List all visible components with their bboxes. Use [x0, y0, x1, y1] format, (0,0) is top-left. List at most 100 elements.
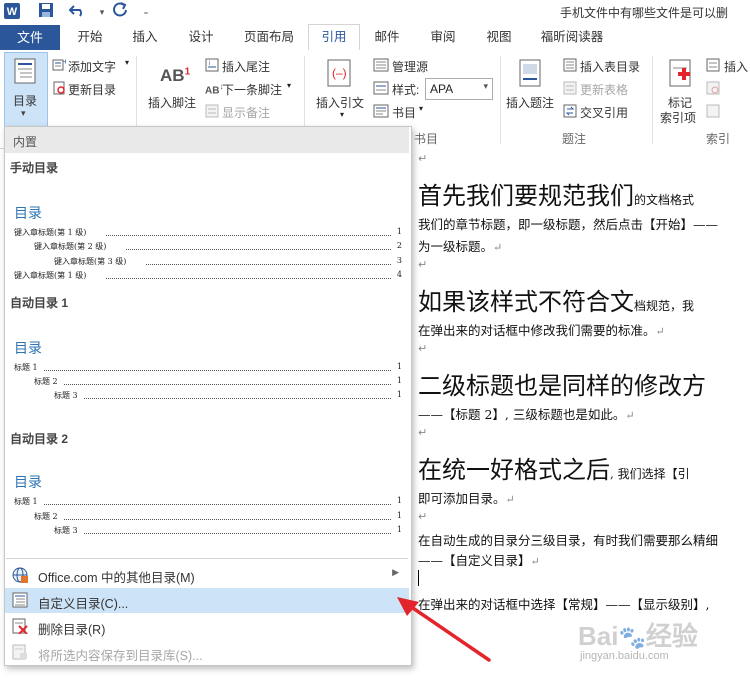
- auto-toc-2-heading: 目录: [14, 475, 42, 491]
- customize-qat-icon[interactable]: ₌: [136, 2, 156, 22]
- next-footnote-button[interactable]: 下一条脚注: [222, 81, 282, 98]
- doc-line-9: 即可添加目录。↵: [418, 491, 515, 506]
- toc-line-page: 1: [396, 525, 402, 534]
- tab-review[interactable]: 审阅: [418, 25, 468, 50]
- undo-dropdown-icon[interactable]: ▾: [92, 2, 112, 22]
- paragraph-mark: ↵: [418, 259, 428, 271]
- add-text-dropdown-icon[interactable]: ▾: [125, 58, 129, 67]
- insert-citation-button[interactable]: 插入引文: [316, 94, 364, 111]
- paragraph-mark: ↵: [418, 153, 428, 165]
- manage-sources-button[interactable]: 管理源: [392, 58, 428, 75]
- insert-citation-icon: (–): [326, 58, 354, 91]
- tab-foxit-reader[interactable]: 福昕阅读器: [530, 25, 614, 50]
- gallery-header: 内置: [5, 127, 409, 153]
- bibliography-button[interactable]: 书目: [392, 104, 416, 121]
- toc-line-text: 标题 2: [34, 512, 58, 521]
- auto-toc-1-title: 自动目录 1: [10, 296, 69, 310]
- update-index-icon: [706, 81, 720, 95]
- toc-line-text: 标题 3: [54, 391, 78, 400]
- toc-line-text: 键入章标题(第 3 级): [54, 257, 127, 266]
- doc-line-2: 我们的章节标题，即一级标题，然后点击【开始】——: [418, 217, 719, 232]
- paragraph-mark: ↵: [418, 427, 428, 439]
- menu-item-label: Office.com 中的其他目录(M): [38, 571, 195, 585]
- group-label-index: 索引: [706, 132, 731, 146]
- manual-toc-heading: 目录: [14, 206, 42, 222]
- watermark-url: jingyan.baidu.com: [580, 650, 669, 662]
- menu-item-custom-toc[interactable]: 自定义目录(C)...: [5, 588, 409, 613]
- insert-endnote-button[interactable]: 插入尾注: [222, 58, 270, 75]
- group-separator: [500, 56, 501, 144]
- footnote-icon-text: AB: [160, 66, 185, 85]
- update-toc-icon: [52, 81, 66, 95]
- delete-toc-icon: [12, 618, 28, 637]
- menu-item-save-selection: 将所选内容保存到目录库(S)...: [5, 640, 409, 665]
- doc-line-8-text: , 我们选择【引: [610, 467, 690, 481]
- cross-reference-button[interactable]: 交叉引用: [580, 104, 628, 121]
- insert-table-of-figures-button[interactable]: 插入表目录: [580, 58, 640, 75]
- tab-home[interactable]: 开始: [66, 25, 114, 50]
- mark-entry-button-line2[interactable]: 索引项: [660, 109, 696, 126]
- tab-file[interactable]: 文件: [0, 25, 60, 50]
- toc-line-page: 2: [396, 241, 402, 250]
- tab-view[interactable]: 视图: [474, 25, 524, 50]
- toc-line-text: 键入章标题(第 1 级): [14, 228, 87, 237]
- auto-toc-1-heading: 目录: [14, 341, 42, 357]
- group-label-captions: 题注: [562, 132, 587, 146]
- doc-line-4-text: 档规范，我: [634, 299, 695, 313]
- toc-leader: [84, 527, 391, 534]
- style-icon: [373, 81, 389, 95]
- doc-line-1: 首先我们要规范我们的文档格式: [418, 176, 694, 211]
- add-text-button[interactable]: 添加文字: [68, 58, 116, 75]
- tab-mailings[interactable]: 邮件: [362, 25, 412, 50]
- svg-text:+: +: [63, 58, 66, 66]
- menu-item-label: 删除目录(R): [38, 623, 106, 637]
- insert-endnote-icon: i: [205, 58, 219, 72]
- toc-line-text: 标题 1: [14, 497, 38, 506]
- tab-page-layout[interactable]: 页面布局: [232, 25, 306, 50]
- doc-line-1-heading: 首先我们要规范我们: [418, 182, 634, 210]
- bibliography-dropdown-icon[interactable]: ▾: [419, 104, 423, 113]
- doc-line-11-text: ——【自定义目录】: [418, 553, 531, 568]
- paragraph-mark: ↵: [418, 511, 428, 523]
- menu-item-office-more-tocs[interactable]: Office.com 中的其他目录(M) ▶: [5, 562, 409, 587]
- undo-icon[interactable]: [66, 2, 90, 22]
- save-selection-icon: [12, 644, 28, 663]
- bibliography-icon: [373, 104, 389, 118]
- style-select-value: APA: [430, 82, 454, 96]
- insert-citation-dropdown-icon[interactable]: ▾: [340, 110, 344, 119]
- submenu-arrow-icon: ▶: [392, 567, 399, 577]
- save-icon[interactable]: [36, 2, 56, 22]
- manage-sources-icon: [373, 58, 389, 72]
- toc-button-label: 目录: [13, 94, 38, 108]
- doc-line-7-text: ——【标题 2】, 三级标题也是如此。: [418, 407, 626, 422]
- watermark-brand-2: 经验: [645, 621, 698, 651]
- toc-line-text: 标题 1: [14, 363, 38, 372]
- insert-footnote-button[interactable]: 插入脚注: [148, 94, 196, 111]
- toc-leader: [106, 272, 391, 279]
- doc-line-6: 二级标题也是同样的修改方: [418, 372, 706, 400]
- tab-insert[interactable]: 插入: [120, 25, 170, 50]
- insert-caption-button[interactable]: 插入题注: [506, 94, 554, 111]
- redo-icon[interactable]: [110, 2, 130, 22]
- index-options-icon: [706, 104, 720, 118]
- insert-index-button[interactable]: 插入: [724, 58, 748, 75]
- toc-line-text: 键入章标题(第 2 级): [34, 242, 107, 251]
- style-label: 样式:: [392, 83, 420, 97]
- gallery-header-label: 内置: [13, 135, 38, 149]
- toc-icon: [14, 58, 36, 87]
- doc-line-5-text: 在弹出来的对话框中修改我们需要的标准。: [418, 323, 656, 338]
- manual-toc-title: 手动目录: [10, 161, 59, 175]
- mark-entry-icon: [668, 58, 694, 91]
- style-select-arrow-icon: ▾: [483, 81, 488, 91]
- style-select[interactable]: APA ▾: [425, 78, 493, 100]
- update-toc-button[interactable]: 更新目录: [68, 81, 116, 98]
- show-notes-button: 显示备注: [222, 106, 271, 120]
- tab-design[interactable]: 设计: [176, 25, 226, 50]
- next-footnote-dropdown-icon[interactable]: ▾: [287, 81, 291, 90]
- menu-item-remove-toc[interactable]: 删除目录(R): [5, 614, 409, 639]
- svg-text:i: i: [209, 61, 210, 67]
- svg-text:W: W: [7, 6, 18, 18]
- toc-line-page: 1: [396, 227, 402, 236]
- tab-references[interactable]: 引用: [308, 24, 360, 52]
- toc-line-page: 1: [396, 390, 402, 399]
